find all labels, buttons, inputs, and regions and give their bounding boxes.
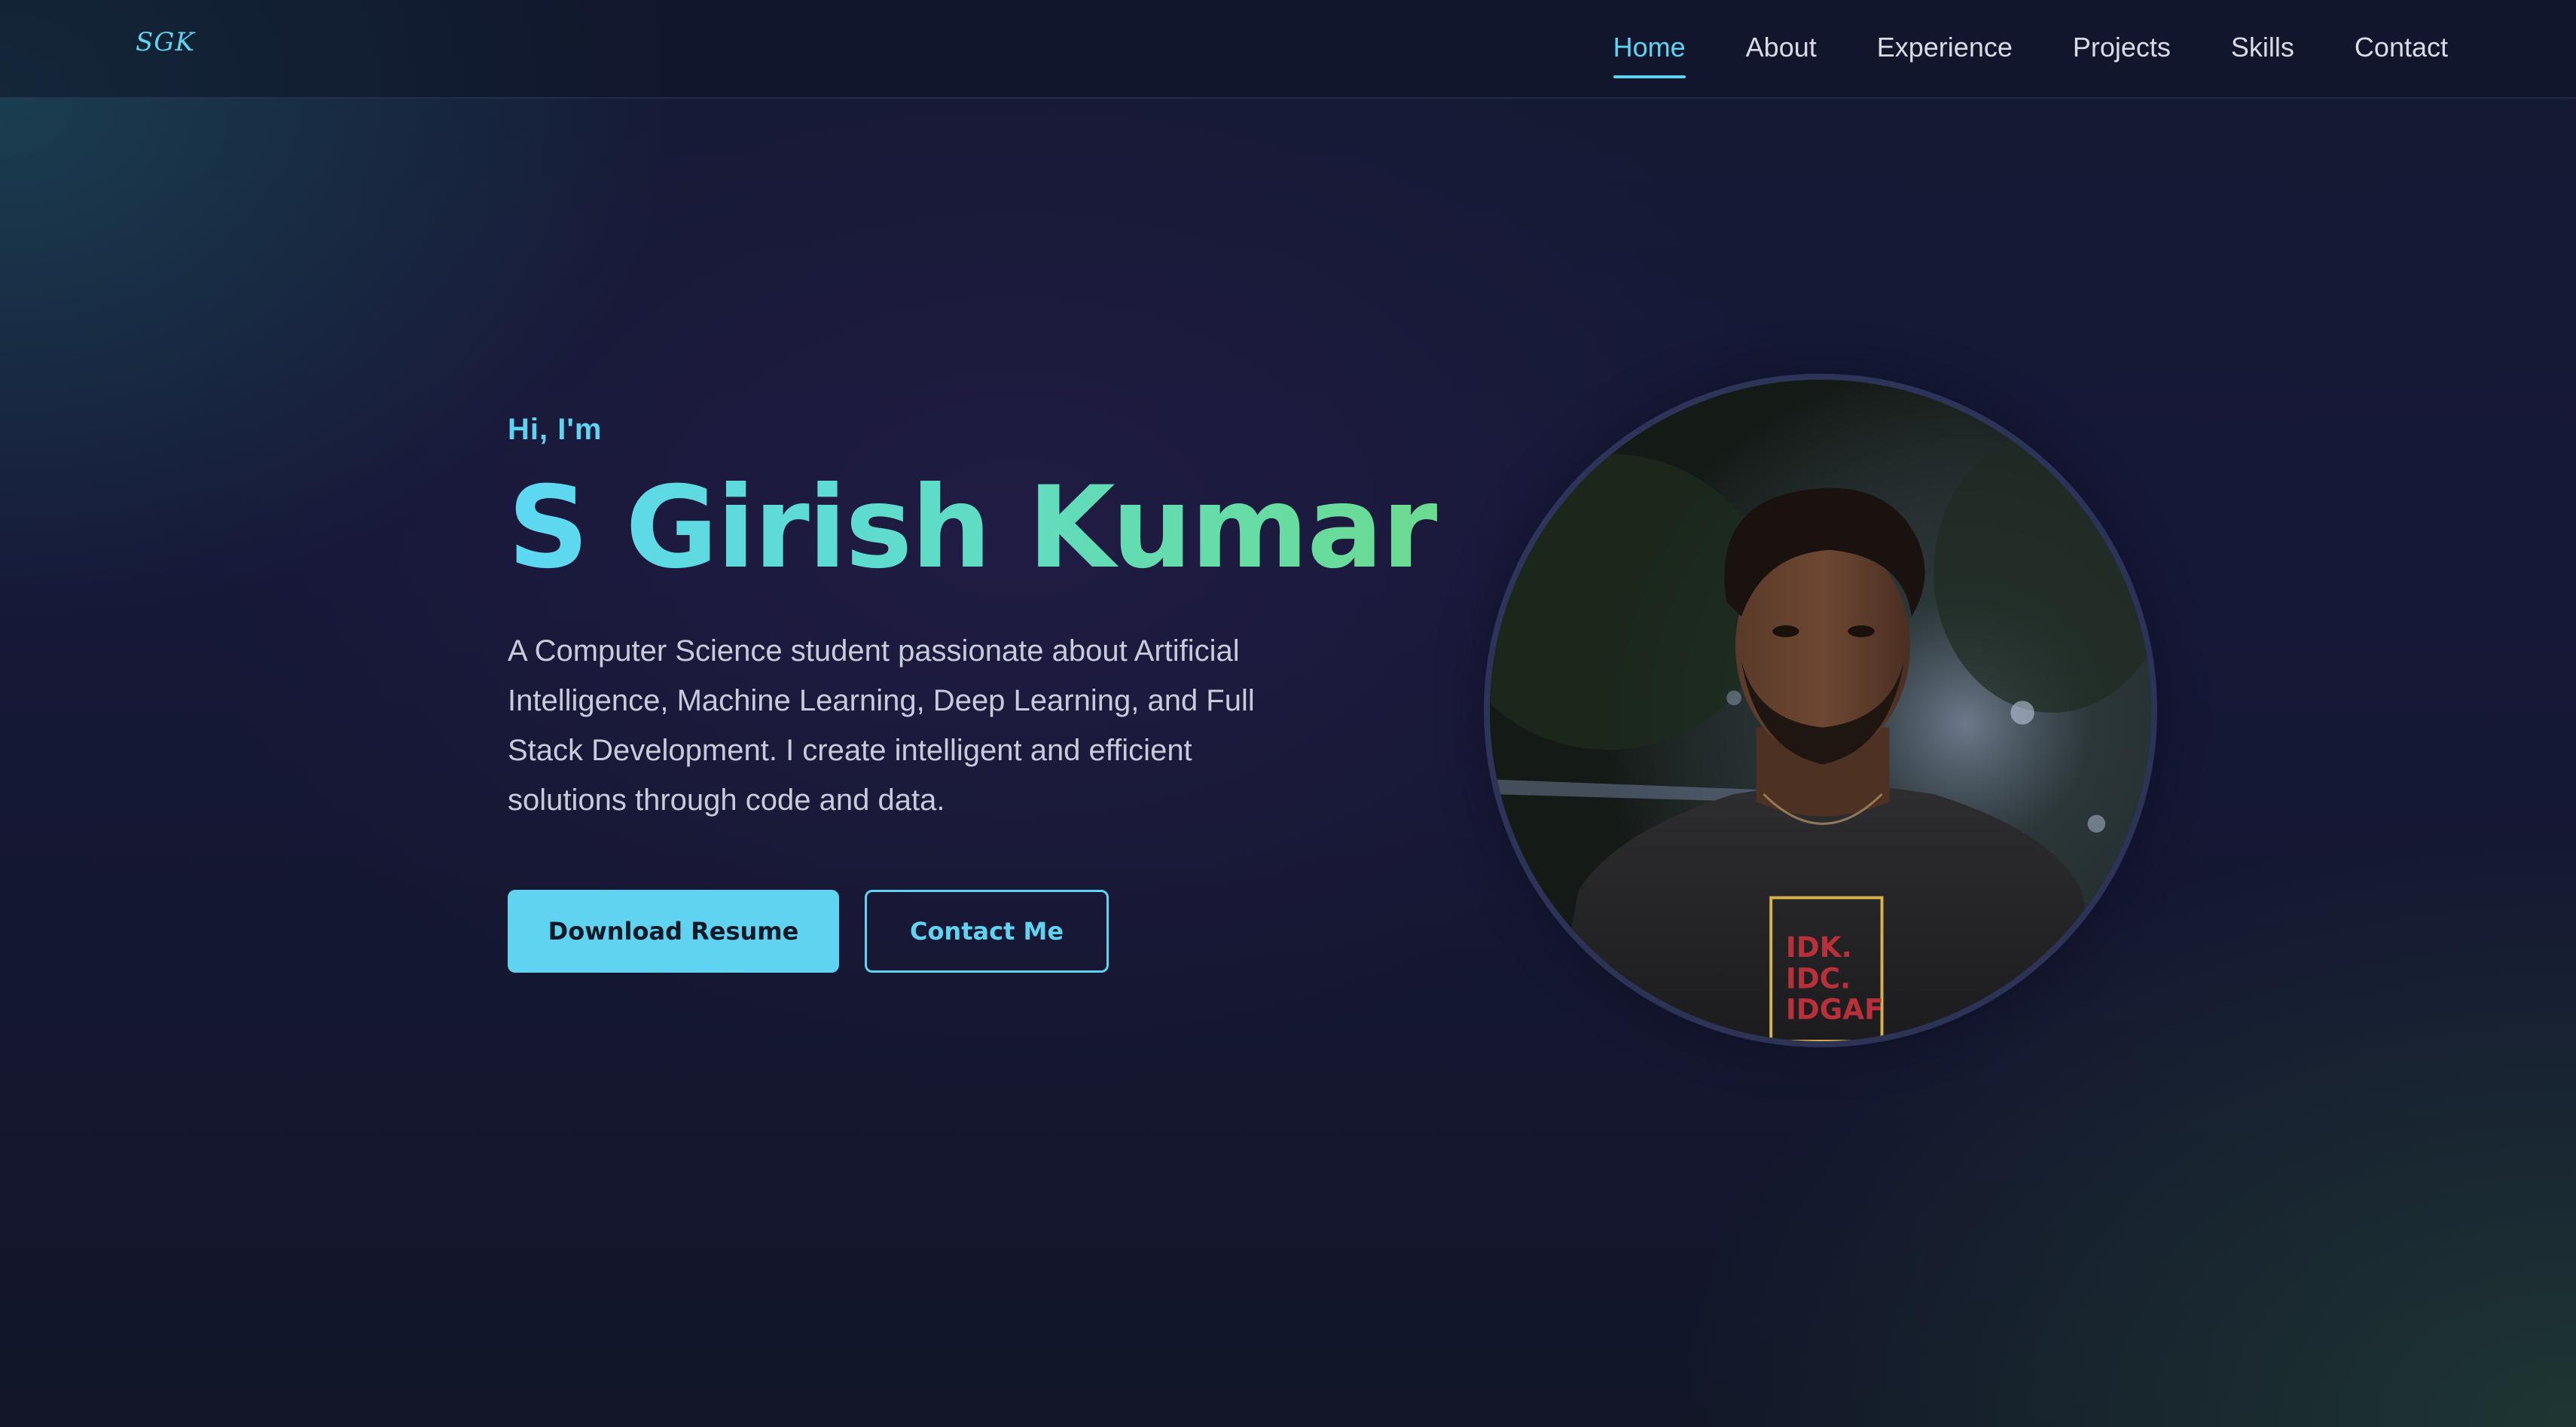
profile-photo: IDK. IDC. IDGAF bbox=[1484, 374, 2157, 1047]
navbar: SGK Home About Experience Projects Skill… bbox=[0, 0, 2576, 99]
hero-description: A Computer Science student passionate ab… bbox=[508, 634, 1255, 817]
hero-buttons: Download Resume Contact Me bbox=[508, 890, 1487, 973]
nav-link-about[interactable]: About bbox=[1746, 32, 1817, 68]
hero-name: S Girish Kumar bbox=[508, 468, 1487, 588]
logo[interactable]: SGK bbox=[136, 27, 195, 57]
nav-links: Home About Experience Projects Skills Co… bbox=[1613, 0, 2448, 99]
hero-section: Hi, I'm S Girish Kumar A Computer Scienc… bbox=[508, 413, 1487, 973]
nav-link-skills[interactable]: Skills bbox=[2231, 32, 2294, 68]
nav-link-experience[interactable]: Experience bbox=[1877, 32, 2013, 68]
download-resume-button[interactable]: Download Resume bbox=[508, 890, 839, 973]
hero-greeting: Hi, I'm bbox=[508, 413, 603, 446]
shirt-text-line-3: IDGAF bbox=[1786, 993, 1884, 1026]
nav-link-projects[interactable]: Projects bbox=[2073, 32, 2171, 68]
nav-link-home[interactable]: Home bbox=[1613, 32, 1686, 78]
shirt-text-line-1: IDK. bbox=[1786, 930, 1852, 964]
shirt-text-line-2: IDC. bbox=[1786, 961, 1851, 995]
nav-link-contact[interactable]: Contact bbox=[2355, 32, 2448, 68]
contact-me-button[interactable]: Contact Me bbox=[865, 890, 1109, 973]
profile-photo-illustration: IDK. IDC. IDGAF bbox=[1490, 380, 2151, 1041]
